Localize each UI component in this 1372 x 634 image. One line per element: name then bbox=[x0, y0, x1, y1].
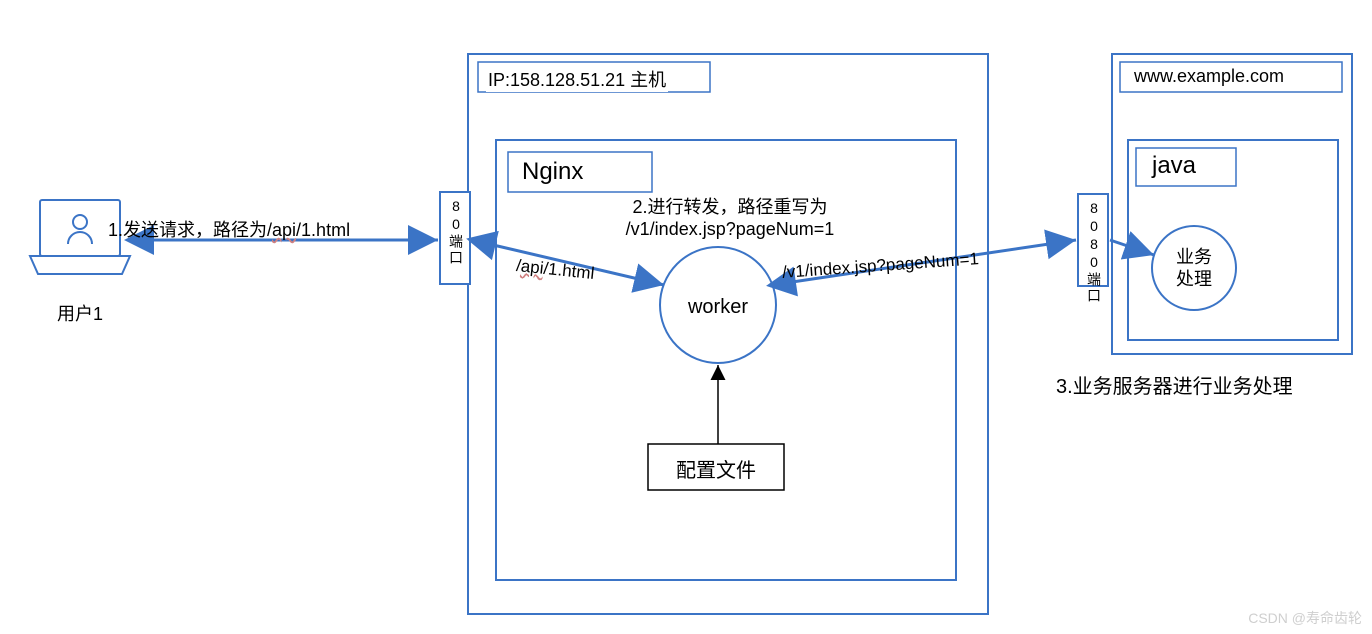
arrow-port8080-java bbox=[1110, 240, 1154, 255]
backend-caption: 3.业务服务器进行业务处理 bbox=[1056, 370, 1293, 399]
backend-host-title: www.example.com bbox=[1132, 66, 1286, 87]
nginx-title: Nginx bbox=[520, 158, 585, 186]
host-title: IP:158.128.51.21 主机 bbox=[486, 66, 668, 92]
worker-label: worker bbox=[668, 296, 768, 319]
user-label: 用户1 bbox=[30, 300, 130, 326]
watermark: CSDN @寿命齿轮 bbox=[1248, 608, 1362, 628]
arrow1-label: 1.发送请求，路径为/api/1.html bbox=[108, 216, 350, 242]
business-circle-label: 业务 处理 bbox=[1156, 246, 1232, 290]
java-title: java bbox=[1150, 152, 1198, 180]
backend-host-box bbox=[1112, 54, 1352, 354]
port8080-label: 8080端口 bbox=[1084, 200, 1104, 304]
arrow2-label: 2.进行转发，路径重写为 /v1/index.jsp?pageNum=1 bbox=[560, 196, 900, 240]
port80-label: 80端口 bbox=[446, 198, 466, 266]
config-label: 配置文件 bbox=[650, 454, 782, 483]
